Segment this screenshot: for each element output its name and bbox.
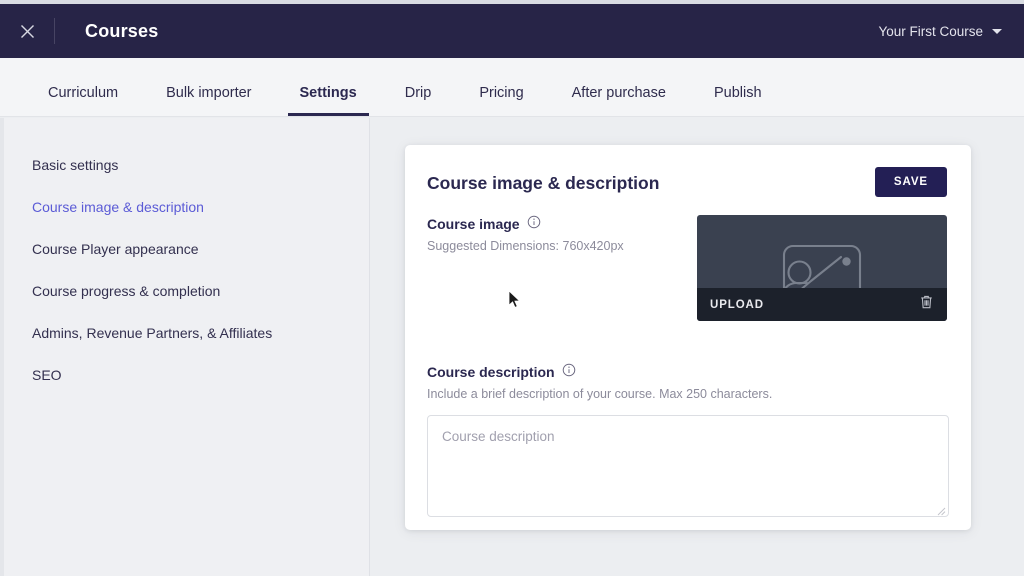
info-icon[interactable]: [527, 215, 541, 232]
header-divider: [54, 18, 55, 44]
app-header: Courses Your First Course: [0, 4, 1024, 58]
resize-handle-icon[interactable]: [936, 504, 946, 516]
course-image-thumbnail[interactable]: UPLOAD: [697, 215, 947, 321]
tab-bar: Curriculum Bulk importer Settings Drip P…: [0, 58, 1024, 117]
card-title: Course image & description: [427, 173, 660, 193]
course-image-section: Course image Suggested Dimensions: 760x4…: [427, 215, 947, 321]
sidebar-item-course-progress-completion[interactable]: Course progress & completion: [4, 270, 369, 312]
tab-drip[interactable]: Drip: [381, 85, 456, 116]
course-description-placeholder: Course description: [442, 429, 555, 444]
page-body: Basic settings Course image & descriptio…: [0, 118, 1024, 576]
tab-curriculum[interactable]: Curriculum: [24, 85, 142, 116]
course-image-help: Suggested Dimensions: 760x420px: [427, 239, 624, 253]
course-selector[interactable]: Your First Course: [878, 24, 1002, 39]
settings-sidebar: Basic settings Course image & descriptio…: [4, 118, 370, 576]
tab-after-purchase[interactable]: After purchase: [548, 85, 690, 116]
sidebar-item-course-image-description[interactable]: Course image & description: [4, 186, 369, 228]
sidebar-item-course-player-appearance[interactable]: Course Player appearance: [4, 228, 369, 270]
sidebar-item-seo[interactable]: SEO: [4, 354, 369, 396]
course-image-labels: Course image Suggested Dimensions: 760x4…: [427, 215, 624, 321]
course-description-label: Course description: [427, 363, 555, 380]
trash-icon[interactable]: [919, 294, 934, 315]
course-image-label: Course image: [427, 215, 520, 232]
course-description-section: Course description Include a brief descr…: [427, 363, 949, 517]
upload-button[interactable]: UPLOAD: [710, 299, 764, 311]
tab-bulk-importer[interactable]: Bulk importer: [142, 85, 275, 116]
page-title: Courses: [85, 20, 159, 41]
info-icon[interactable]: [562, 363, 576, 380]
course-description-label-row: Course description: [427, 363, 947, 380]
sidebar-item-admins-revenue-partners-affiliates[interactable]: Admins, Revenue Partners, & Affiliates: [4, 312, 369, 354]
course-description-input[interactable]: Course description: [427, 415, 949, 517]
course-description-help: Include a brief description of your cour…: [427, 387, 773, 401]
chevron-down-icon: [992, 28, 1002, 34]
thumbnail-action-bar: UPLOAD: [697, 288, 947, 321]
sidebar-item-basic-settings[interactable]: Basic settings: [4, 144, 369, 186]
tab-settings[interactable]: Settings: [276, 85, 381, 116]
tab-pricing[interactable]: Pricing: [455, 85, 547, 116]
course-image-description-card: Course image & description SAVE Course i…: [405, 145, 971, 530]
app-root: Courses Your First Course Curriculum Bul…: [0, 0, 1024, 576]
save-button[interactable]: SAVE: [874, 167, 947, 197]
card-header: Course image & description SAVE: [427, 167, 947, 197]
tab-publish[interactable]: Publish: [690, 85, 786, 116]
close-icon[interactable]: [0, 4, 54, 58]
course-image-label-row: Course image: [427, 215, 624, 232]
course-selector-label: Your First Course: [878, 23, 983, 39]
